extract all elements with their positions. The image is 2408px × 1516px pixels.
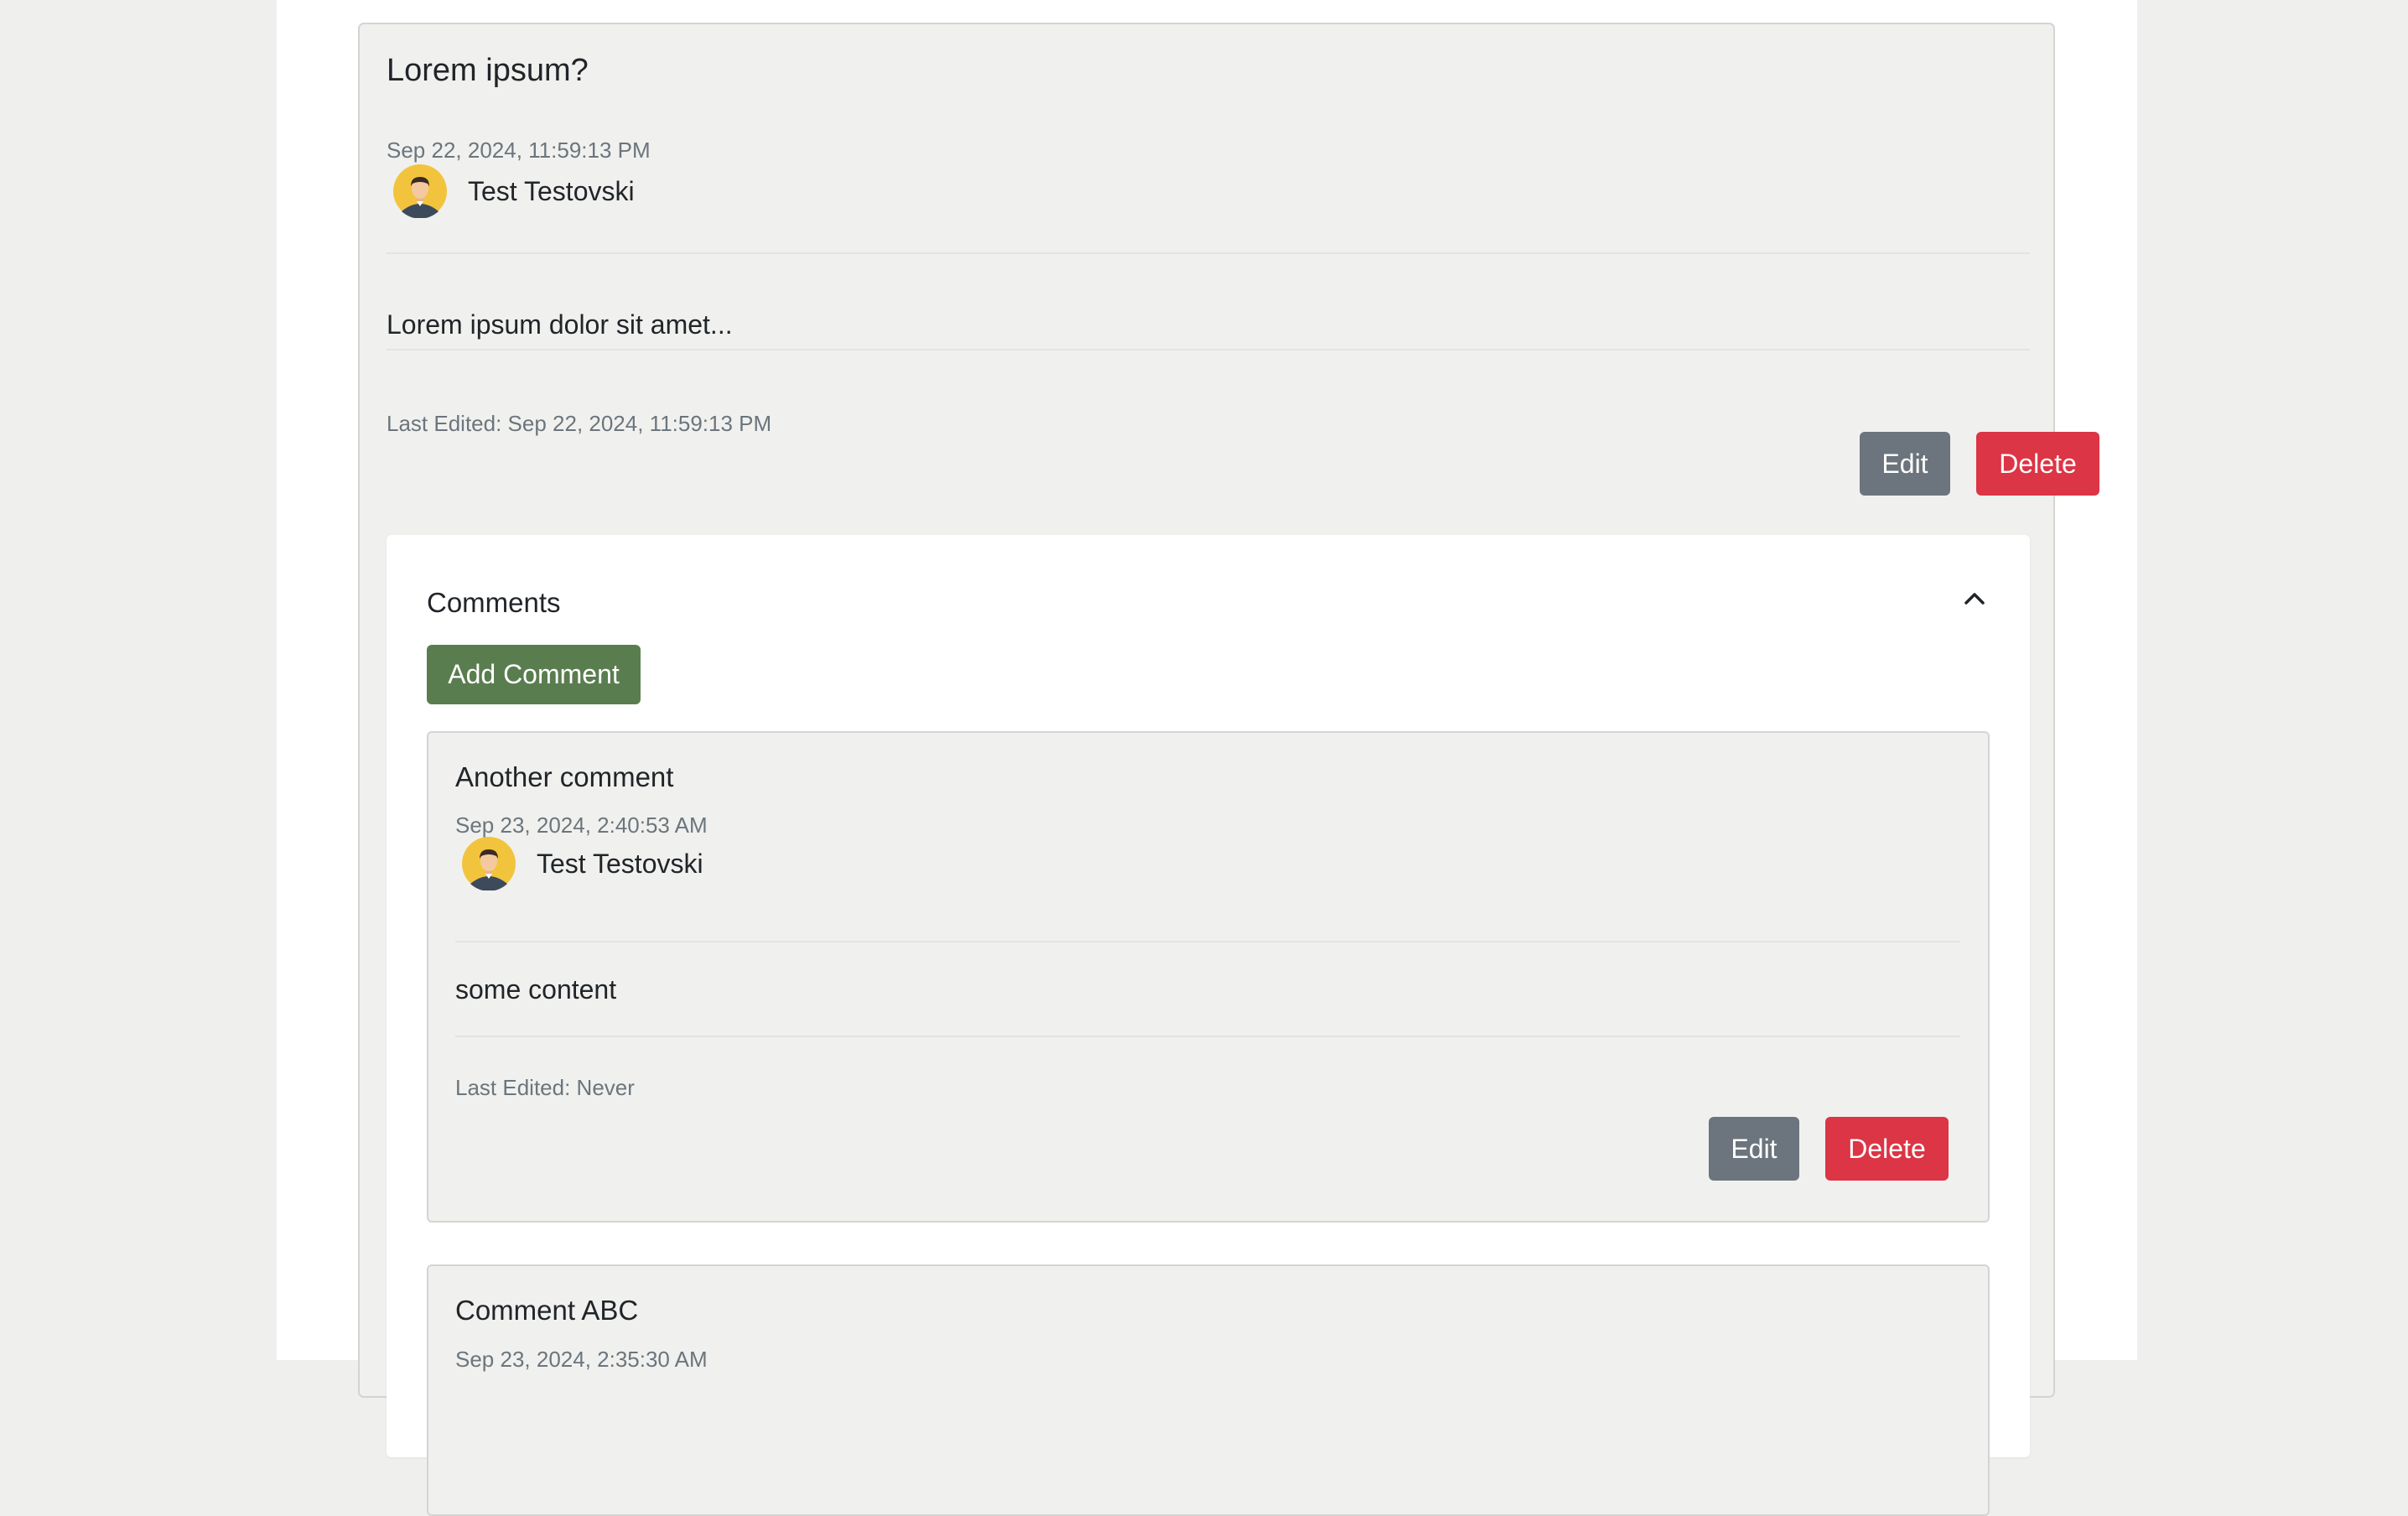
post-content: Lorem ipsum dolor sit amet... — [387, 309, 733, 340]
post-author[interactable]: Test Testovski — [393, 164, 635, 218]
comment-divider-top — [455, 941, 1960, 942]
post-card: Lorem ipsum? Sep 22, 2024, 11:59:13 PM T… — [358, 23, 2099, 1516]
post-date: Sep 22, 2024, 11:59:13 PM — [387, 138, 651, 163]
add-comment-button[interactable]: Add Comment — [427, 645, 641, 704]
chevron-up-icon[interactable] — [1959, 584, 1990, 614]
comment-divider-bottom — [455, 1036, 1960, 1037]
comment-title: Another comment — [455, 761, 674, 792]
post-delete-button[interactable]: Delete — [1976, 432, 2099, 496]
comment-delete-button[interactable]: Delete — [1825, 1117, 1949, 1181]
post-divider-bottom — [387, 349, 2030, 350]
comment-card: Comment ABC Sep 23, 2024, 2:35:30 AM — [427, 1264, 1990, 1516]
comment-title: Comment ABC — [455, 1295, 639, 1326]
post-last-edited: Last Edited: Sep 22, 2024, 11:59:13 PM — [387, 411, 772, 436]
comment-date: Sep 23, 2024, 2:40:53 AM — [455, 813, 708, 838]
comment-author[interactable]: Test Testovski — [462, 837, 703, 890]
user-avatar-icon — [462, 837, 516, 890]
post-author-name: Test Testovski — [468, 175, 635, 206]
comment-author-name: Test Testovski — [537, 848, 703, 879]
comment-edit-button[interactable]: Edit — [1709, 1117, 1799, 1181]
post-title: Lorem ipsum? — [387, 53, 589, 88]
post-divider-top — [387, 252, 2030, 254]
page-container: Lorem ipsum? Sep 22, 2024, 11:59:13 PM T… — [277, 0, 2137, 1516]
post-edit-button[interactable]: Edit — [1860, 432, 1950, 496]
comments-heading: Comments — [427, 587, 561, 618]
comment-last-edited: Last Edited: Never — [455, 1075, 635, 1100]
user-avatar-icon — [393, 164, 447, 218]
comment-card: Another comment Sep 23, 2024, 2:40:53 AM… — [427, 731, 1990, 1223]
comment-content: some content — [455, 974, 617, 1005]
comments-panel: Comments Add Comment Another comment Sep… — [387, 535, 2030, 1516]
